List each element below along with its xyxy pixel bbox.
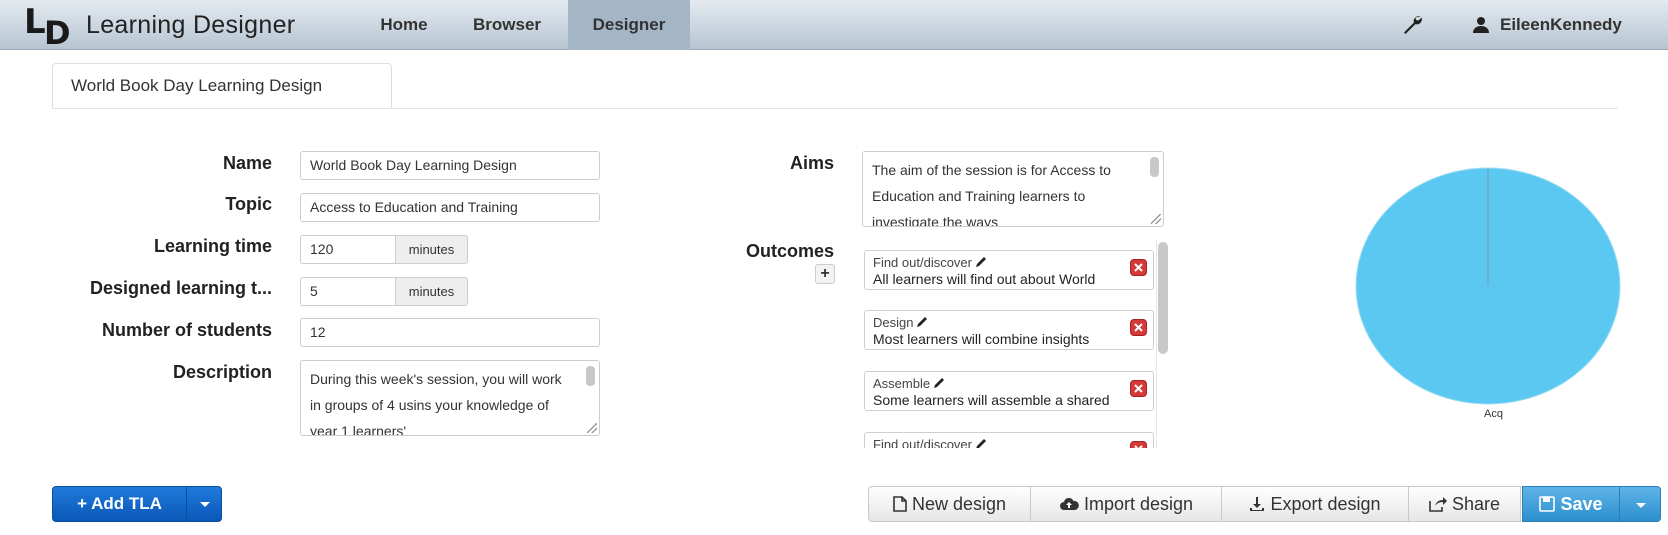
logo-letter-d: D <box>44 14 71 52</box>
nav-designer[interactable]: Designer <box>568 0 690 50</box>
add-outcome-button[interactable]: + <box>815 264 835 284</box>
outcome-type: Design <box>873 315 933 330</box>
save-dropdown-toggle[interactable] <box>1619 486 1661 522</box>
aims-scrollbar[interactable] <box>1150 157 1159 177</box>
delete-outcome-icon[interactable] <box>1130 259 1147 276</box>
save-button[interactable]: Save <box>1522 486 1620 522</box>
new-design-label: New design <box>911 494 1007 514</box>
outcome-item[interactable]: Find out/discover All learners will find… <box>864 250 1154 290</box>
outcomes-label: Outcomes <box>745 241 834 261</box>
save-label: Save <box>1560 494 1603 514</box>
add-tla-dropdown-toggle[interactable] <box>187 487 221 521</box>
new-design-button[interactable]: New design <box>868 486 1031 522</box>
export-design-label: Export design <box>1270 494 1381 514</box>
username-link[interactable]: EileenKennedy <box>1500 0 1622 50</box>
description-resize-handle[interactable] <box>587 423 597 433</box>
name-input[interactable]: World Book Day Learning Design <box>300 151 600 180</box>
learning-time-unit: minutes <box>395 235 468 264</box>
outcome-item[interactable]: Find out/discover <box>864 432 1154 448</box>
file-icon <box>893 496 907 512</box>
students-input[interactable]: 12 <box>300 318 600 347</box>
aims-text: The aim of the session is for Access to … <box>872 162 1111 227</box>
outcome-item[interactable]: Design Most learners will combine insigh… <box>864 310 1154 350</box>
app-logo[interactable]: L D <box>24 2 80 52</box>
description-text: During this week's session, you will wor… <box>310 371 562 436</box>
outcomes-scrollbar[interactable] <box>1158 242 1168 354</box>
outcome-type: Find out/discover <box>873 255 991 270</box>
delete-outcome-icon[interactable] <box>1130 380 1147 397</box>
delete-outcome-icon[interactable] <box>1130 319 1147 336</box>
pencil-icon[interactable] <box>916 316 928 328</box>
import-design-button[interactable]: Import design <box>1030 486 1222 522</box>
designed-time-unit: minutes <box>395 277 468 306</box>
pencil-icon[interactable] <box>933 377 945 389</box>
caret-down-icon <box>1636 503 1646 508</box>
tab-design[interactable]: World Book Day Learning Design <box>52 63 392 109</box>
nav-browser[interactable]: Browser <box>462 0 552 50</box>
export-design-button[interactable]: Export design <box>1221 486 1409 522</box>
description-textarea[interactable]: During this week's session, you will wor… <box>300 360 600 436</box>
aims-textarea[interactable]: The aim of the session is for Access to … <box>862 151 1164 227</box>
description-label: Description <box>172 362 272 382</box>
logo-letter-l: L <box>24 2 46 42</box>
outcome-item[interactable]: Assemble Some learners will assemble a s… <box>864 371 1154 411</box>
outcome-text: All learners will find out about World <box>873 271 1096 287</box>
name-label: Name <box>222 153 272 173</box>
topic-input[interactable]: Access to Education and Training <box>300 193 600 222</box>
designed-time-label: Designed learning t... <box>89 278 272 298</box>
outcome-type: Assemble <box>873 376 950 391</box>
add-tla-button[interactable]: + Add TLA <box>53 487 187 521</box>
share-label: Share <box>1451 494 1501 514</box>
cloud-upload-icon <box>1059 497 1079 510</box>
share-icon <box>1429 497 1447 512</box>
outcome-text: Some learners will assemble a shared <box>873 392 1110 408</box>
description-scrollbar[interactable] <box>586 366 595 386</box>
pencil-icon[interactable] <box>975 256 987 268</box>
share-button[interactable]: Share <box>1408 486 1521 522</box>
outcome-text: Most learners will combine insights <box>873 331 1090 347</box>
brand-name[interactable]: Learning Designer <box>86 11 295 40</box>
students-label: Number of students <box>101 320 272 340</box>
learning-time-input[interactable]: 120 <box>300 235 396 264</box>
pie-slice-label: Acq <box>1484 408 1503 420</box>
save-icon <box>1539 496 1556 512</box>
download-icon <box>1250 497 1265 511</box>
nav-home[interactable]: Home <box>364 0 444 50</box>
pencil-icon[interactable] <box>975 438 987 448</box>
topic-label: Topic <box>225 194 272 214</box>
designed-time-input[interactable]: 5 <box>300 277 396 306</box>
aims-label: Aims <box>789 153 834 173</box>
learning-time-label: Learning time <box>153 236 272 256</box>
import-design-label: Import design <box>1083 494 1194 514</box>
user-icon[interactable] <box>1472 16 1490 34</box>
learning-types-pie-chart <box>1355 167 1621 405</box>
top-navbar: L D Learning Designer Home Browser Desig… <box>0 0 1668 52</box>
caret-down-icon <box>200 502 210 507</box>
aims-resize-handle[interactable] <box>1151 214 1161 224</box>
delete-outcome-icon[interactable] <box>1130 441 1147 448</box>
tab-divider <box>52 108 1618 109</box>
wrench-icon[interactable] <box>1400 13 1424 37</box>
add-tla-button-group: + Add TLA <box>52 486 222 522</box>
outcome-type: Find out/discover <box>873 437 991 448</box>
outcomes-list: Find out/discover All learners will find… <box>862 240 1174 448</box>
